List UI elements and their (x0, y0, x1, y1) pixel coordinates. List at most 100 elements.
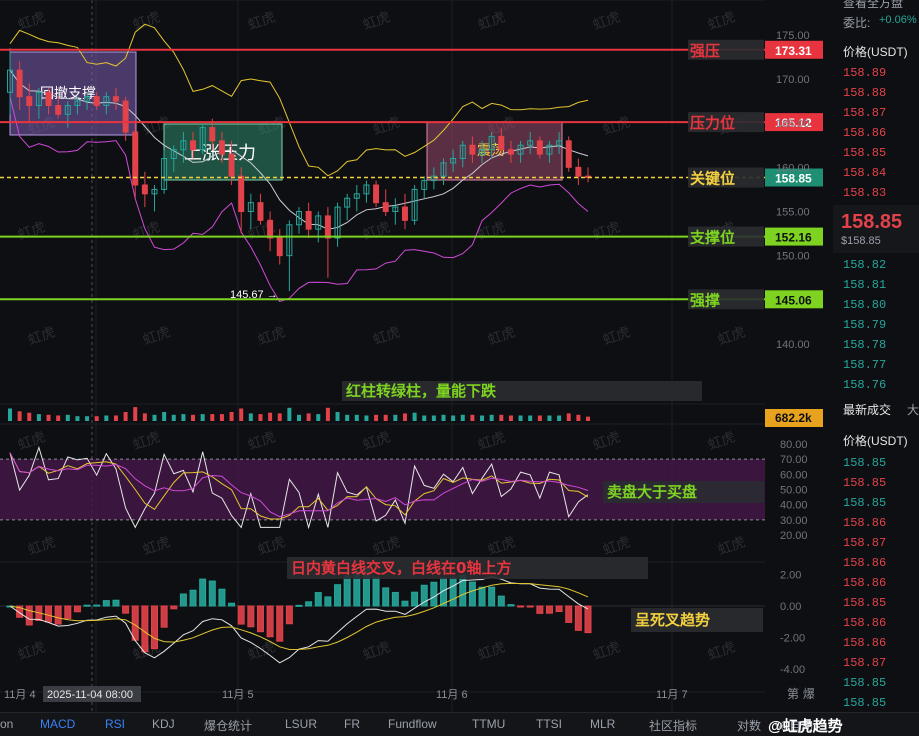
price-tick-label: 150.00 (776, 251, 810, 263)
macd-tick-label: 2.00 (780, 569, 801, 581)
macd-histogram-bar (285, 605, 293, 625)
macd-histogram-bar (565, 605, 573, 623)
volume-bar (162, 412, 167, 421)
trades-header: 价格(USDT) (843, 434, 908, 448)
chart-canvas[interactable]: 虹虎 虹虎 虹虎 虹虎 虹虎 虹虎 虹虎虹虎 虹虎 虹虎虹虎 虹虎 虹虎 虹虎 虹虎 虹虎虹虎 虹虎 虹虎 虹虎… (0, 0, 833, 712)
candle-body (536, 140, 543, 155)
volume-bar (316, 414, 321, 421)
volume-bar (17, 411, 22, 421)
macd-histogram-bar (459, 574, 467, 607)
macd-histogram-bar (151, 605, 158, 650)
indicator-tab[interactable]: on (0, 717, 13, 731)
macd-annotation-2: 呈死叉趋势 (635, 611, 710, 629)
volume-bar (210, 414, 215, 421)
volume-bar (557, 415, 562, 421)
indicator-tab[interactable]: 社区指标 (649, 717, 697, 734)
volume-bar (142, 413, 147, 421)
volume-bar (8, 408, 12, 421)
volume-bar (374, 414, 379, 421)
volume-bar (354, 414, 359, 421)
candle-body (401, 206, 408, 221)
indicator-tab[interactable]: MACD (40, 717, 75, 731)
indicator-tab[interactable]: TTMU (472, 717, 505, 731)
macd-histogram-bar (93, 604, 101, 607)
macd-histogram-bar (478, 586, 486, 607)
volume-bar (113, 415, 118, 421)
level-name: 关键位 (690, 169, 735, 187)
indicator-tab-bar: on MACD RSI KDJ 爆仓统计 LSUR FR Fundflow TTMU TTSI ML… (0, 712, 919, 736)
volume-bar (65, 414, 70, 421)
indicator-tab[interactable]: TTSI (536, 717, 562, 731)
candle-body (373, 184, 380, 204)
candle-body (324, 215, 331, 239)
macd-histogram-bar (199, 578, 207, 607)
level-name: 压力位 (690, 114, 735, 132)
change-value: +0.06% (879, 14, 917, 26)
indicator-tab[interactable]: KDJ (152, 717, 175, 731)
time-tick-label: 11月 4 (4, 689, 36, 701)
volume-bar (75, 416, 80, 421)
indicator-tab[interactable]: Fundflow (388, 717, 437, 731)
macd-histogram-bar (497, 595, 505, 607)
trade-price: 158.85 (843, 456, 887, 470)
candle-body (122, 100, 129, 133)
macd-histogram-bar (170, 605, 178, 610)
trade-price: 158.87 (843, 536, 887, 550)
candle-body (55, 105, 62, 115)
macd-histogram-bar (430, 581, 438, 607)
ask-price: 158.89 (843, 66, 887, 80)
macd-histogram-bar (218, 588, 226, 607)
indicator-tab[interactable]: 对数 (737, 717, 761, 734)
volume-bar (325, 407, 330, 421)
rsi-annotation: 卖盘大于买盘 (607, 483, 697, 501)
macd-histogram-bar (401, 600, 409, 607)
indicator-tab[interactable]: 爆仓统计 (204, 717, 252, 734)
candle-body (276, 237, 283, 257)
volume-bar (345, 414, 350, 421)
volume-bar (402, 413, 407, 421)
last-price: 158.85 (841, 211, 903, 233)
trade-price: 158.86 (843, 616, 887, 630)
macd-histogram-bar (276, 605, 284, 642)
volume-bar (586, 416, 590, 421)
volume-bar (335, 412, 340, 421)
macd-histogram-bar (237, 605, 245, 625)
macd-histogram-bar (334, 584, 342, 607)
volume-bar (508, 415, 513, 421)
macd-histogram-bar (545, 605, 553, 614)
price-tick-label: 175.00 (776, 30, 810, 42)
candle-body (507, 149, 514, 155)
macd-tick-label: 0.00 (780, 601, 801, 613)
volume-bar (94, 416, 99, 421)
macd-histogram-bar (64, 605, 72, 619)
orderbook-top-text: 查看全方盘 (843, 0, 904, 10)
bid-price: 158.82 (843, 258, 887, 272)
macd-histogram-bar (45, 605, 53, 623)
volume-bar (277, 413, 282, 421)
brand-watermark: @虹虎趋势 (768, 718, 843, 735)
indicator-tab[interactable]: LSUR (285, 717, 317, 731)
bid-price: 158.79 (843, 318, 887, 332)
candle-body (45, 91, 52, 106)
indicator-tab[interactable]: FR (344, 717, 360, 731)
price-tick-label: 140.00 (776, 339, 810, 351)
candle-body (238, 175, 245, 213)
volume-bar (412, 412, 417, 421)
macd-histogram-bar (179, 593, 187, 607)
volume-bar (287, 407, 292, 421)
volume-annotation: 红柱转绿柱，量能下跌 (346, 382, 497, 400)
macd-histogram-bar (160, 605, 168, 628)
macd-histogram-bar (189, 589, 197, 607)
volume-bar (56, 415, 61, 421)
candle-body (190, 140, 197, 151)
macd-histogram-bar (324, 596, 332, 607)
candle-body (93, 96, 100, 106)
volume-bar (431, 415, 436, 421)
volume-bar (460, 414, 465, 421)
macd-histogram-bar (507, 604, 515, 607)
volume-bar (576, 414, 581, 421)
macd-histogram-bar (141, 605, 149, 653)
indicator-tab[interactable]: RSI (105, 717, 125, 731)
indicator-tab[interactable]: MLR (590, 717, 615, 731)
volume-bar (85, 416, 90, 421)
